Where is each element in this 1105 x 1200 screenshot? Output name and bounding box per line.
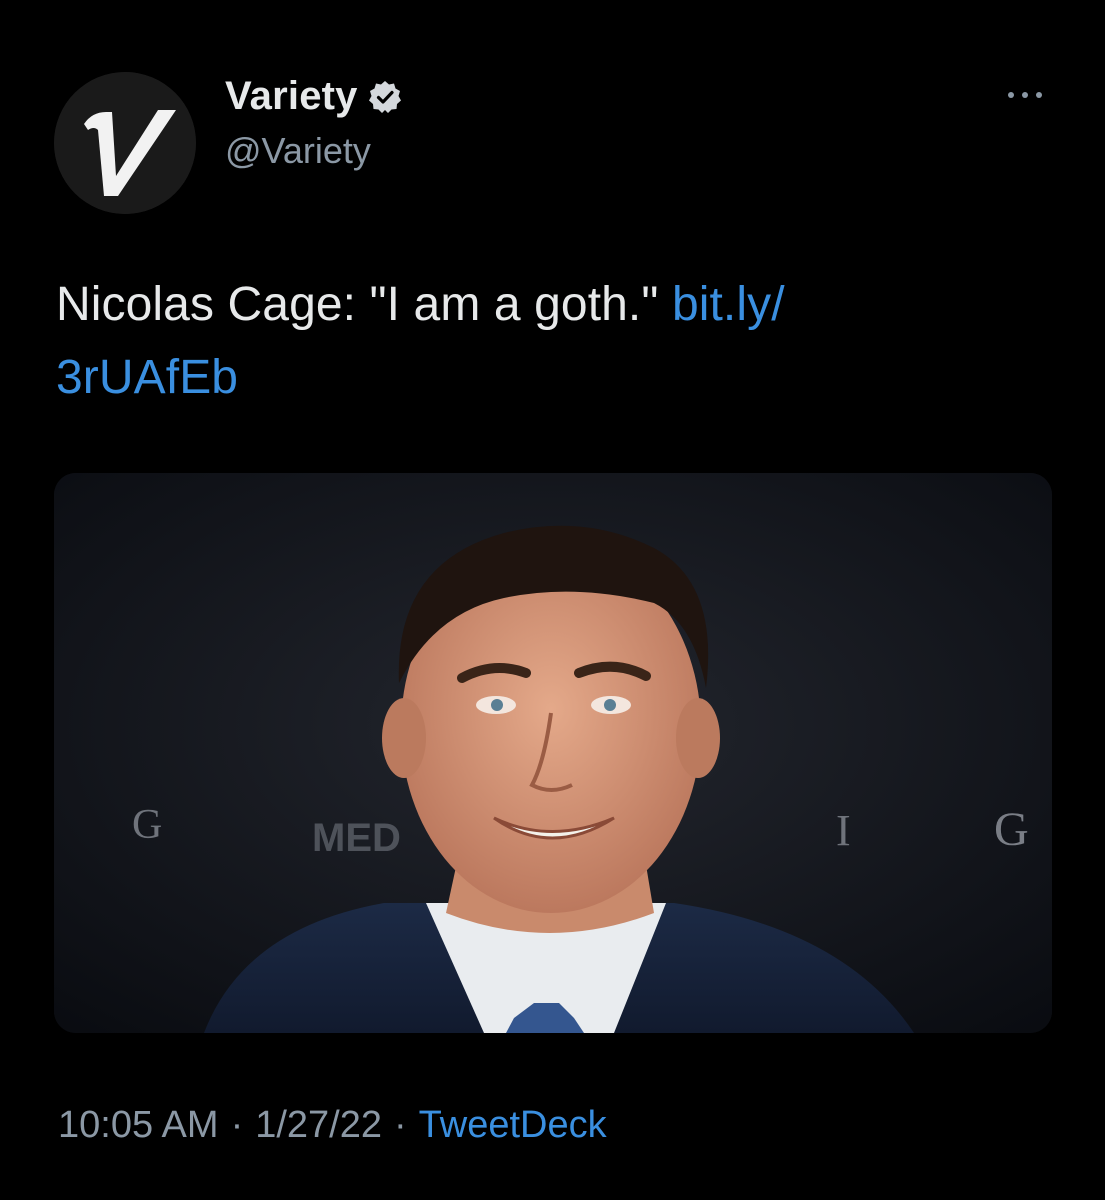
backdrop-letter-1: G [132, 802, 162, 848]
author-name[interactable]: Variety [225, 74, 358, 119]
tweet-body: Nicolas Cage: "I am a goth." [56, 278, 659, 331]
tweet-photo[interactable]: G MED I G [54, 473, 1052, 1033]
tweet-link-part1: bit.ly/ [671, 278, 785, 331]
tweet-source-link[interactable]: TweetDeck [419, 1104, 607, 1146]
tweet[interactable]: Variety @Variety Nicolas Cage: "I am a g… [0, 0, 1105, 1200]
tweet-link-part2: 3rUAfEb [56, 351, 239, 404]
meta-separator: · [230, 1104, 244, 1146]
backdrop-letter-3: G [994, 803, 1029, 856]
tweet-time[interactable]: 10:05 AM [58, 1104, 219, 1146]
backdrop-text: MED [312, 816, 401, 860]
variety-logo-icon [54, 72, 196, 214]
tweet-text: Nicolas Cage: "I am a goth." bit.ly/3rUA… [56, 268, 1016, 414]
tweet-meta: 10:05 AM · 1/27/22 · TweetDeck [58, 1104, 607, 1147]
photo-illustration: G MED I G [54, 473, 1052, 1033]
verified-badge-icon [368, 80, 401, 113]
tweet-date[interactable]: 1/27/22 [255, 1104, 382, 1146]
backdrop-letter-2: I [836, 806, 851, 855]
author-avatar[interactable] [54, 72, 196, 214]
more-options-button[interactable] [1003, 80, 1047, 110]
author-handle[interactable]: @Variety [225, 130, 371, 172]
more-options-icon [1008, 92, 1042, 98]
meta-separator: · [394, 1104, 407, 1146]
author-name-row: Variety [225, 74, 402, 119]
